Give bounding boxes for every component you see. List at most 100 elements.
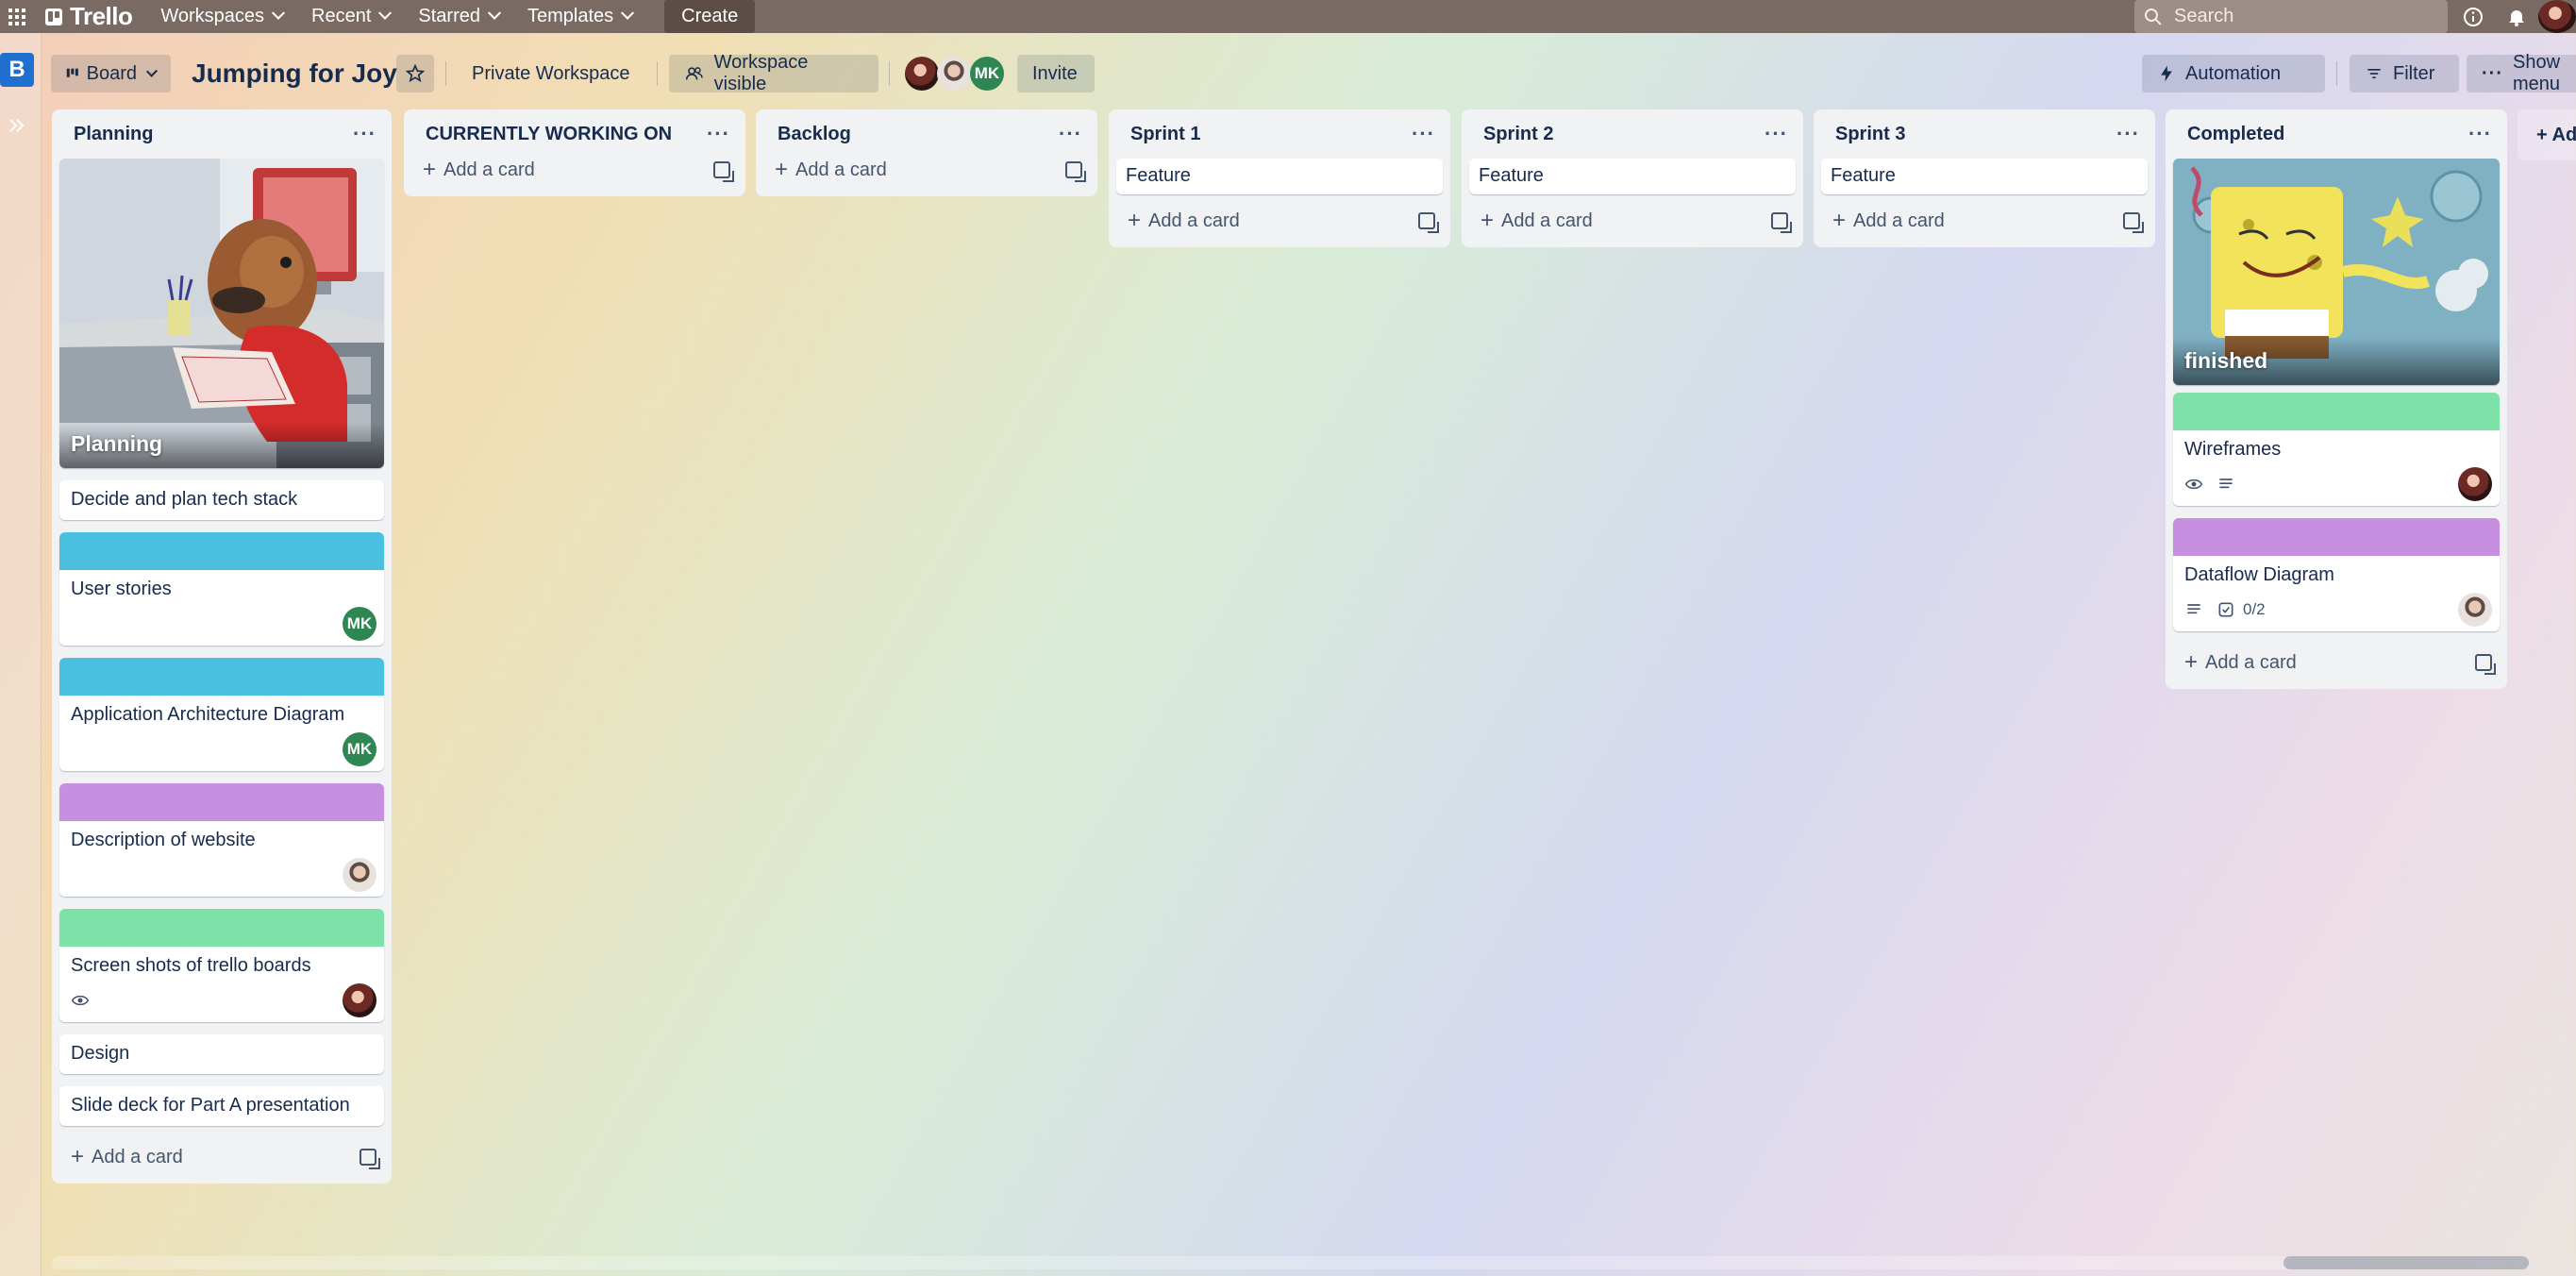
notifications-bell-icon[interactable]: [2504, 5, 2529, 29]
expand-sidebar-icon[interactable]: [6, 114, 28, 137]
star-board-button[interactable]: [396, 55, 434, 92]
list-title[interactable]: Planning: [74, 124, 153, 145]
horizontal-scrollbar-track[interactable]: [52, 1256, 2530, 1269]
app-switcher-icon[interactable]: [4, 0, 30, 33]
list-title[interactable]: Sprint 2: [1483, 124, 1553, 145]
card-description-of-website[interactable]: Description of website: [59, 783, 384, 897]
add-card-button[interactable]: + Add a card: [411, 151, 738, 189]
add-card-button[interactable]: + Add a card: [1116, 202, 1443, 240]
add-card-label: Add a card: [1148, 210, 1240, 231]
create-from-template-icon[interactable]: [360, 1149, 380, 1169]
card-dataflow-diagram[interactable]: Dataflow Diagram 0/2: [2173, 518, 2500, 631]
card-slide-deck[interactable]: Slide deck for Part A presentation: [59, 1086, 384, 1126]
add-card-label: Add a card: [795, 159, 887, 180]
brand-name: Trello: [70, 2, 133, 30]
card-member-avatar-mk[interactable]: MK: [343, 607, 376, 641]
list-menu-dots-icon[interactable]: ···: [1059, 122, 1082, 146]
list-menu-dots-icon[interactable]: ···: [1412, 122, 1435, 146]
list-header: Sprint 1 ···: [1116, 109, 1443, 159]
description-icon: [2219, 478, 2233, 489]
list-menu-dots-icon[interactable]: ···: [353, 122, 376, 146]
create-from-template-icon[interactable]: [1418, 212, 1439, 233]
nav-workspaces[interactable]: Workspaces: [160, 0, 286, 33]
list-title[interactable]: Backlog: [778, 124, 851, 145]
nav-recent[interactable]: Recent: [311, 0, 393, 33]
card-member-avatar[interactable]: [2458, 593, 2492, 627]
filter-icon: [2367, 69, 2381, 78]
list-title[interactable]: Sprint 1: [1130, 124, 1200, 145]
card-user-stories[interactable]: User stories MK: [59, 532, 384, 646]
list-menu-dots-icon[interactable]: ···: [2468, 122, 2492, 146]
chevron-down-icon: [378, 6, 393, 20]
card-design[interactable]: Design: [59, 1034, 384, 1074]
add-card-label: Add a card: [1501, 210, 1593, 231]
create-from-template-icon[interactable]: [713, 161, 734, 182]
description-icon: [2187, 604, 2200, 614]
trello-logo[interactable]: Trello: [45, 2, 133, 31]
list-title[interactable]: Completed: [2187, 124, 2284, 145]
list-menu-dots-icon[interactable]: ···: [2116, 122, 2140, 146]
member-avatar[interactable]: [937, 57, 971, 91]
card-cover-planning[interactable]: Planning: [59, 159, 384, 468]
add-card-button[interactable]: + Add a card: [763, 151, 1090, 189]
card-feature[interactable]: Feature: [1821, 159, 2148, 194]
add-card-button[interactable]: + Add a card: [1469, 202, 1796, 240]
card-member-avatar[interactable]: [343, 858, 376, 892]
show-menu-button[interactable]: ··· Show menu: [2467, 52, 2576, 94]
top-navigation-bar: Trello Workspaces Recent Starred Templat…: [0, 0, 2576, 33]
nav-starred[interactable]: Starred: [418, 0, 502, 33]
card-cover-finished[interactable]: finished: [2173, 159, 2500, 385]
user-avatar[interactable]: [2538, 0, 2576, 33]
list-title[interactable]: CURRENTLY WORKING ON: [426, 124, 672, 145]
card-feature[interactable]: Feature: [1116, 159, 1443, 194]
plus-icon: +: [1832, 208, 1847, 233]
card-member-avatar-mk[interactable]: MK: [343, 732, 376, 766]
nav-starred-label: Starred: [418, 6, 480, 26]
create-from-template-icon[interactable]: [2123, 212, 2144, 233]
board-view-switcher[interactable]: Board: [51, 55, 171, 92]
card-feature[interactable]: Feature: [1469, 159, 1796, 194]
workspace-button[interactable]: Private Workspace: [457, 55, 644, 92]
card-title: Screen shots of trello boards: [71, 955, 311, 976]
member-avatar[interactable]: [905, 57, 939, 91]
card-wireframes[interactable]: Wireframes: [2173, 393, 2500, 506]
chevron-down-icon: [271, 6, 286, 20]
add-card-button[interactable]: + Add a card: [2173, 644, 2500, 681]
add-card-button[interactable]: + Add a card: [1821, 202, 2148, 240]
add-list-button[interactable]: + Ad: [2517, 109, 2576, 160]
chevron-down-icon: [487, 6, 502, 20]
nav-templates[interactable]: Templates: [527, 0, 635, 33]
visibility-label: Workspace visible: [713, 52, 809, 94]
card-title: User stories: [71, 579, 172, 599]
visibility-button[interactable]: Workspace visible: [669, 52, 878, 94]
filter-button[interactable]: Filter: [2350, 55, 2459, 92]
search-placeholder: Search: [2174, 6, 2234, 26]
create-from-template-icon[interactable]: [1771, 212, 1792, 233]
info-icon[interactable]: [2461, 5, 2485, 29]
create-from-template-icon[interactable]: [1065, 161, 1086, 182]
board-title[interactable]: Jumping for Joy: [192, 59, 397, 89]
card-title: Slide deck for Part A presentation: [71, 1095, 350, 1116]
card-label-blue: [59, 658, 384, 696]
card-architecture-diagram[interactable]: Application Architecture Diagram MK: [59, 658, 384, 771]
card-title: Feature: [1831, 165, 1896, 186]
invite-button[interactable]: Invite: [1017, 55, 1095, 92]
card-member-avatar[interactable]: [343, 983, 376, 1017]
lightning-icon: [2161, 65, 2172, 82]
create-button[interactable]: Create: [664, 0, 756, 33]
card-decide-tech-stack[interactable]: Decide and plan tech stack: [59, 480, 384, 520]
create-from-template-icon[interactable]: [2475, 654, 2496, 675]
horizontal-scrollbar-thumb[interactable]: [2283, 1256, 2529, 1269]
workspace-badge[interactable]: B: [0, 53, 34, 87]
search-input[interactable]: Search: [2134, 0, 2448, 33]
card-screenshots-trello[interactable]: Screen shots of trello boards: [59, 909, 384, 1022]
list-title[interactable]: Sprint 3: [1835, 124, 1905, 145]
list-menu-dots-icon[interactable]: ···: [1765, 122, 1788, 146]
plus-icon: +: [71, 1144, 85, 1169]
card-member-avatar[interactable]: [2458, 467, 2492, 501]
member-avatar-mk[interactable]: MK: [970, 57, 1004, 91]
automation-button[interactable]: Automation: [2142, 55, 2325, 92]
checklist-count: 0/2: [2243, 600, 2266, 618]
add-card-button[interactable]: + Add a card: [59, 1138, 384, 1176]
list-menu-dots-icon[interactable]: ···: [707, 122, 730, 146]
